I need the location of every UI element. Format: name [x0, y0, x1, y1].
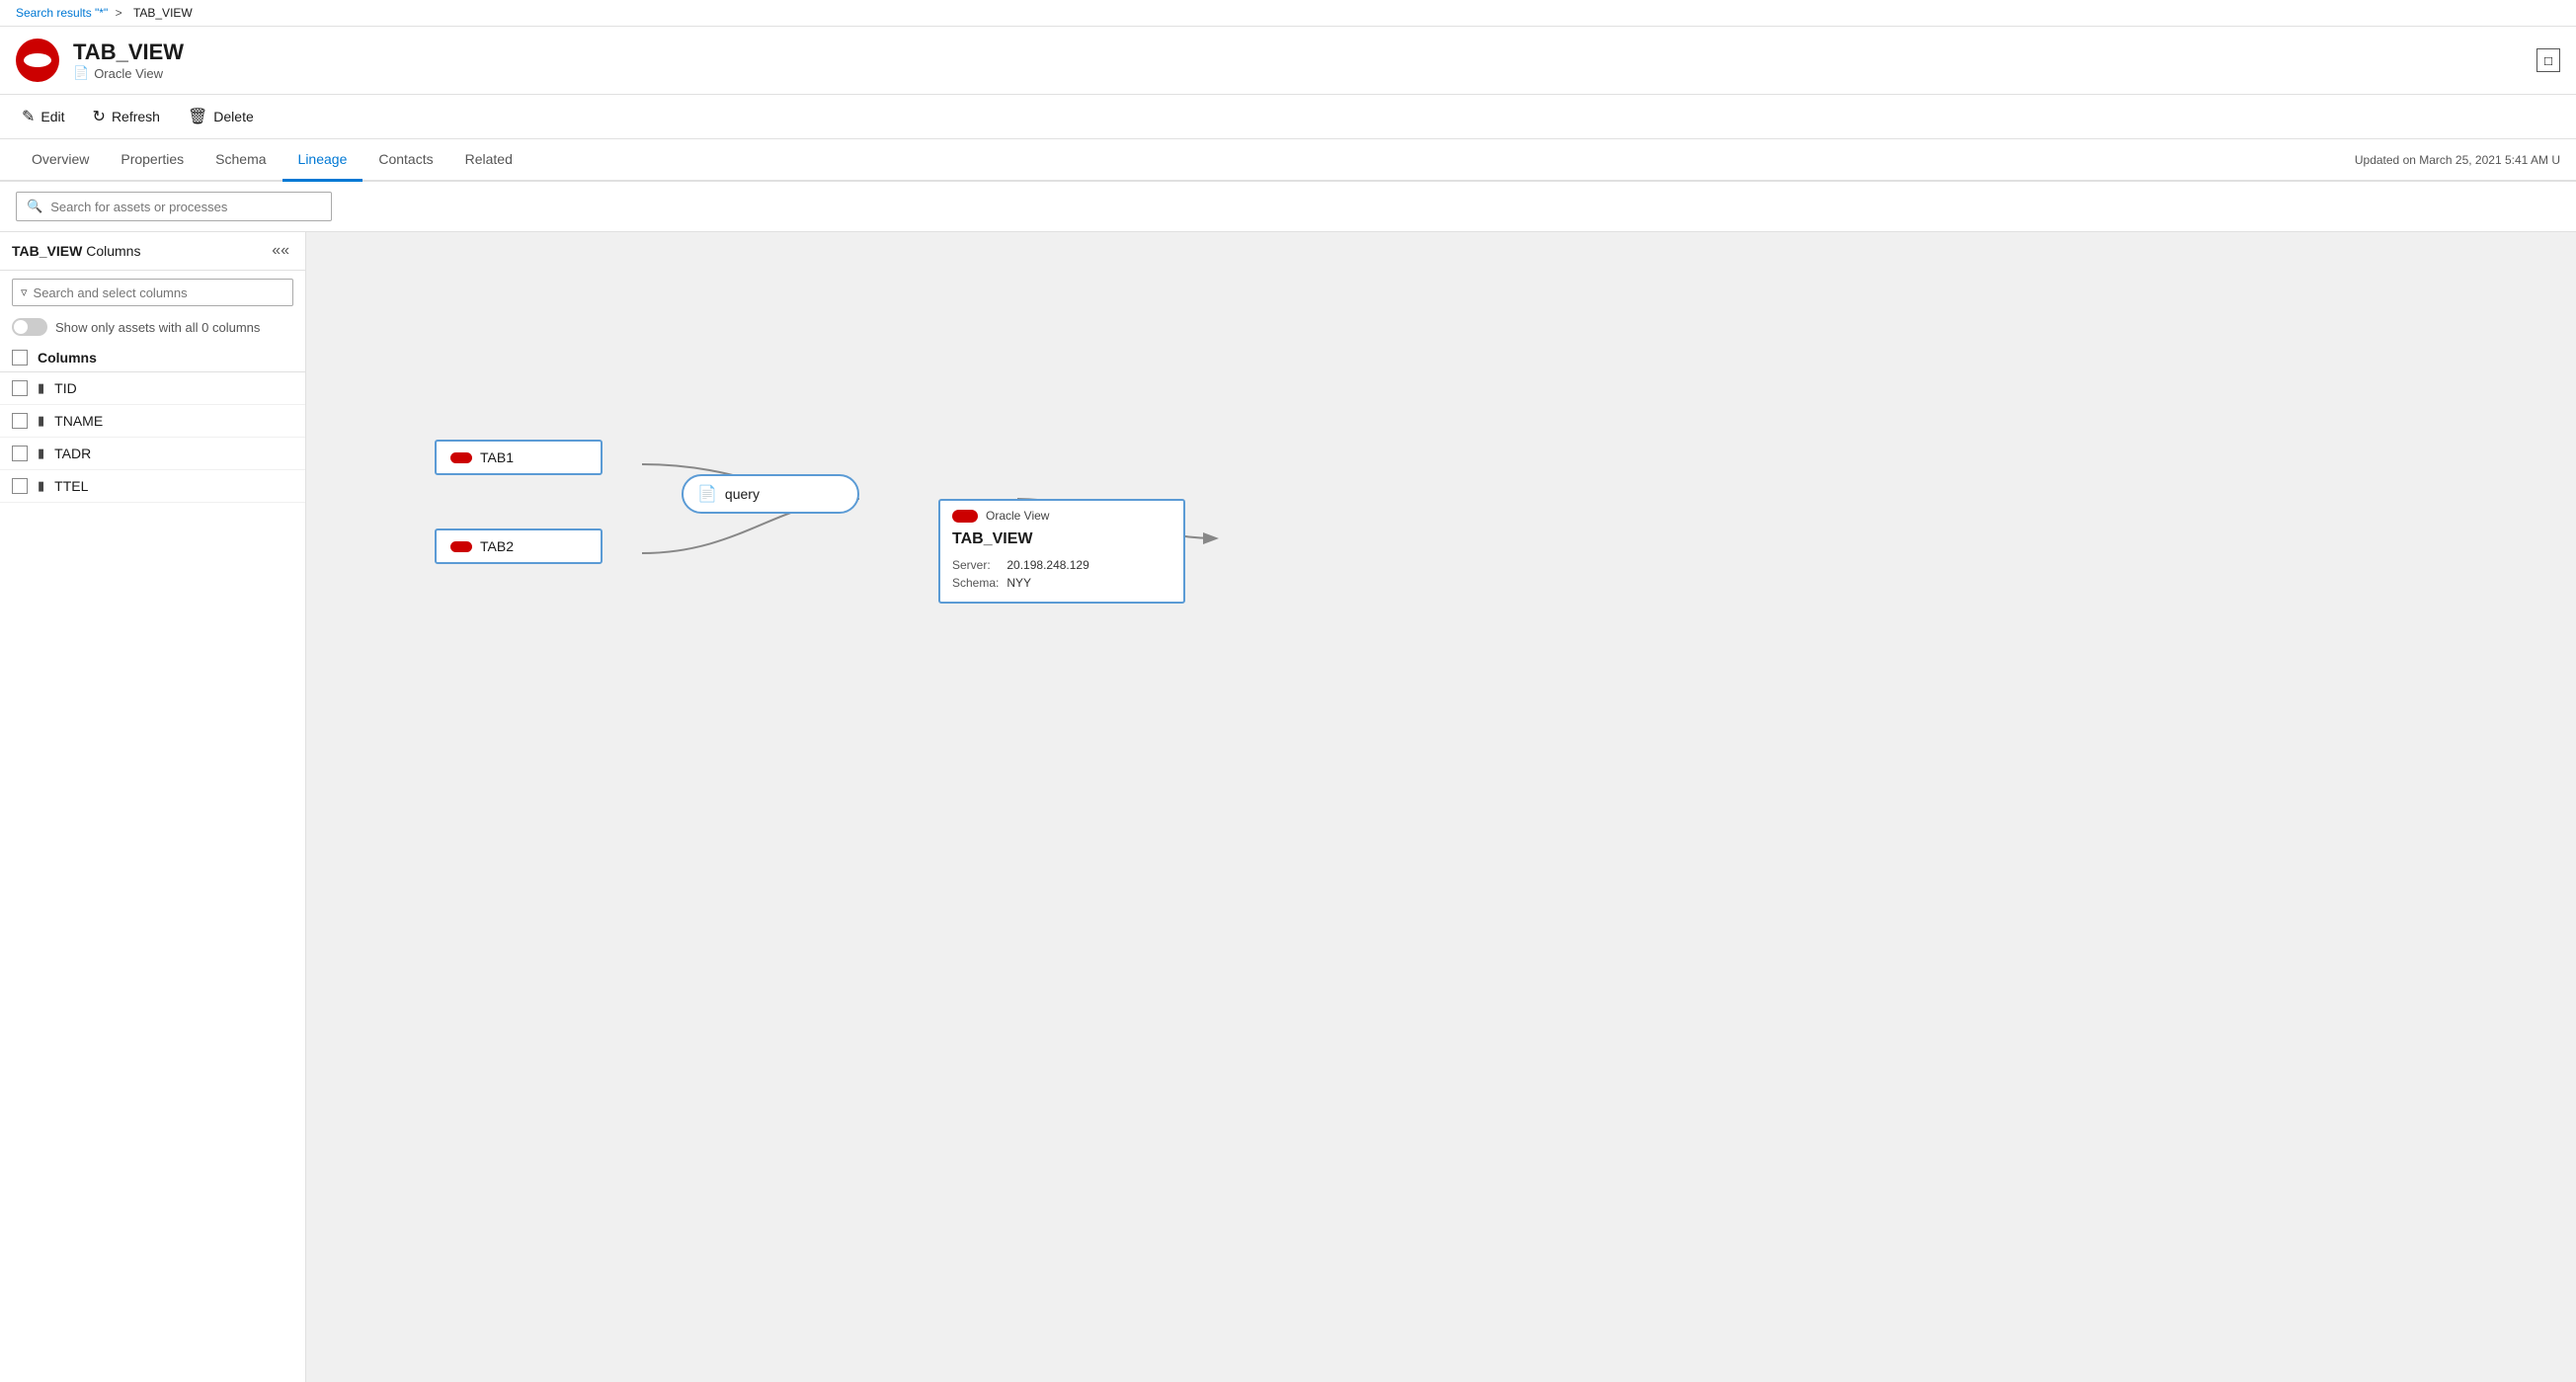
result-type-label: Oracle View — [986, 509, 1049, 523]
tab2-icon — [450, 541, 472, 552]
column-icon-ttel: ▮ — [38, 478, 44, 494]
maximize-button[interactable]: □ — [2536, 48, 2560, 72]
delete-icon: 🗑 — [188, 107, 207, 126]
asset-name: TAB_VIEW — [73, 40, 2536, 65]
column-filter-input[interactable]: ▿ — [12, 279, 293, 306]
asset-header: TAB_VIEW 📄 Oracle View □ — [0, 27, 2576, 95]
toggle-switch[interactable] — [12, 318, 47, 336]
column-row-tid: ▮ TID — [0, 372, 305, 405]
tab2-label: TAB2 — [480, 538, 514, 554]
select-all-checkbox[interactable] — [12, 350, 28, 366]
server-value: 20.198.248.129 — [1006, 556, 1096, 574]
panel-title-bold: TAB_VIEW — [12, 243, 82, 259]
breadcrumb-separator: > — [116, 6, 122, 20]
column-name-tname: TNAME — [54, 413, 103, 429]
column-row-tadr: ▮ TADR — [0, 438, 305, 470]
tabs-bar: Overview Properties Schema Lineage Conta… — [0, 139, 2576, 182]
tab-lineage[interactable]: Lineage — [282, 139, 363, 182]
column-row-ttel: ▮ TTEL — [0, 470, 305, 503]
toolbar: ✎ Edit ↻ Refresh 🗑 Delete — [0, 95, 2576, 139]
refresh-icon: ↻ — [93, 107, 106, 126]
delete-button[interactable]: 🗑 Delete — [182, 103, 260, 130]
column-icon-tadr: ▮ — [38, 446, 44, 461]
search-bar-area: 🔍 — [0, 182, 2576, 232]
asset-subtitle: 📄 Oracle View — [73, 65, 2536, 81]
breadcrumb-search[interactable]: Search results "*" — [16, 6, 108, 20]
doc-icon: 📄 — [73, 65, 89, 81]
column-name-ttel: TTEL — [54, 478, 88, 494]
toggle-label: Show only assets with all 0 columns — [55, 320, 260, 335]
refresh-label: Refresh — [112, 109, 160, 124]
columns-header-row: Columns — [0, 344, 305, 372]
tab-related[interactable]: Related — [449, 139, 528, 182]
result-logo-icon — [952, 510, 978, 523]
query-label: query — [725, 486, 760, 502]
result-info: Server: 20.198.248.129 Schema: NYY — [940, 552, 1183, 602]
schema-value: NYY — [1006, 574, 1096, 592]
asset-logo-icon — [16, 39, 59, 82]
search-icon: 🔍 — [27, 199, 42, 214]
panel-title-rest: Columns — [82, 243, 140, 259]
toggle-knob — [14, 320, 28, 334]
columns-list: Columns ▮ TID ▮ TNAME ▮ TADR ▮ TTEL — [0, 344, 305, 1382]
breadcrumb: Search results "*" > TAB_VIEW — [0, 0, 2576, 27]
tab-contacts[interactable]: Contacts — [362, 139, 448, 182]
panel-title: TAB_VIEW Columns — [12, 243, 140, 259]
column-row-tname: ▮ TNAME — [0, 405, 305, 438]
toggle-row: Show only assets with all 0 columns — [0, 314, 305, 344]
column-name-tid: TID — [54, 380, 77, 396]
column-icon-tid: ▮ — [38, 380, 44, 396]
columns-header-label: Columns — [38, 350, 97, 366]
column-checkbox-tadr[interactable] — [12, 446, 28, 461]
edit-label: Edit — [40, 109, 64, 124]
column-checkbox-tname[interactable] — [12, 413, 28, 429]
main-layout: TAB_VIEW Columns «« ▿ Show only assets w… — [0, 232, 2576, 1382]
updated-timestamp: Updated on March 25, 2021 5:41 AM U — [2355, 153, 2560, 167]
tab-schema[interactable]: Schema — [200, 139, 282, 182]
result-name: TAB_VIEW — [940, 530, 1183, 552]
column-filter-field[interactable] — [34, 285, 284, 300]
query-icon: 📄 — [697, 484, 717, 504]
node-query[interactable]: 📄 query — [682, 474, 859, 514]
asset-type-label: Oracle View — [94, 66, 163, 81]
collapse-button[interactable]: «« — [268, 242, 293, 260]
tab1-icon — [450, 452, 472, 463]
tab1-label: TAB1 — [480, 449, 514, 465]
node-result-header: Oracle View — [940, 501, 1183, 530]
filter-icon: ▿ — [21, 285, 28, 300]
column-name-tadr: TADR — [54, 446, 91, 461]
panel-header: TAB_VIEW Columns «« — [0, 232, 305, 271]
breadcrumb-current: TAB_VIEW — [133, 6, 193, 20]
column-icon-tname: ▮ — [38, 413, 44, 429]
tab-properties[interactable]: Properties — [105, 139, 200, 182]
left-panel: TAB_VIEW Columns «« ▿ Show only assets w… — [0, 232, 306, 1382]
asset-title-area: TAB_VIEW 📄 Oracle View — [73, 40, 2536, 81]
column-checkbox-ttel[interactable] — [12, 478, 28, 494]
schema-label: Schema: — [952, 574, 1006, 592]
maximize-icon: □ — [2544, 53, 2552, 68]
server-label: Server: — [952, 556, 1006, 574]
node-result[interactable]: Oracle View TAB_VIEW Server: 20.198.248.… — [938, 499, 1185, 604]
node-tab2[interactable]: TAB2 — [435, 528, 603, 564]
node-tab1[interactable]: TAB1 — [435, 440, 603, 475]
lineage-canvas[interactable]: TAB1 TAB2 📄 query Oracle View TAB_VIEW S… — [306, 232, 2576, 1382]
search-input[interactable] — [50, 200, 321, 214]
edit-button[interactable]: ✎ Edit — [16, 103, 71, 130]
search-bar[interactable]: 🔍 — [16, 192, 332, 221]
delete-label: Delete — [213, 109, 253, 124]
edit-icon: ✎ — [22, 107, 35, 126]
column-checkbox-tid[interactable] — [12, 380, 28, 396]
lineage-arrows — [306, 232, 2576, 1382]
tab-overview[interactable]: Overview — [16, 139, 105, 182]
refresh-button[interactable]: ↻ Refresh — [87, 103, 166, 130]
